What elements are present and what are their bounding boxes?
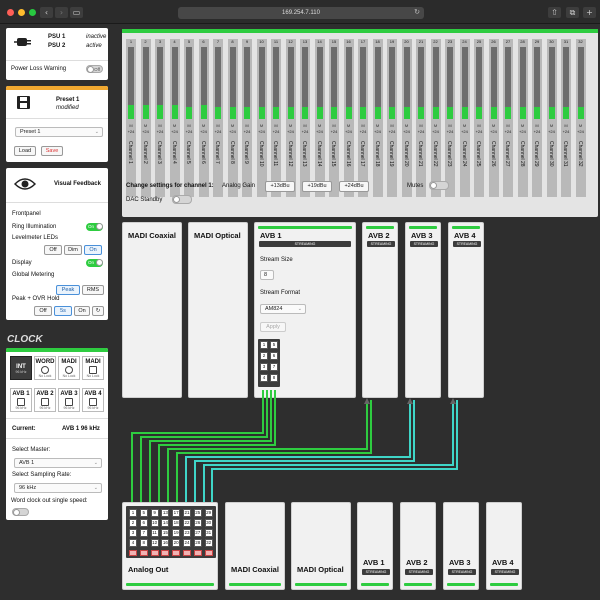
mute-led — [150, 550, 159, 556]
analog-out-channel[interactable]: 23 — [183, 529, 191, 537]
analog-out-channel[interactable]: 6 — [139, 519, 148, 527]
output-madi-optical[interactable]: MADI Optical — [291, 502, 351, 590]
analog-out-channel-grid: 1 5 9 13 17 21 25 29 2 6 10 14 18 22 26 30 3 7 11 15 19 23 27 3… — [126, 506, 216, 558]
mute-led — [193, 550, 202, 556]
analog-out-channel[interactable]: 10 — [150, 519, 159, 527]
analog-out-channel[interactable]: 4 — [129, 539, 137, 547]
streaming-badge: STREAMING — [448, 569, 476, 575]
analog-out-channel[interactable]: 20 — [172, 539, 181, 547]
analog-out-channel[interactable]: 2 — [129, 519, 137, 527]
streaming-badge: STREAMING — [405, 569, 433, 575]
analog-out-channel[interactable]: 22 — [183, 519, 191, 527]
analog-out-channel[interactable]: 13 — [161, 509, 170, 517]
analog-out-channel[interactable]: 12 — [150, 539, 159, 547]
analog-out-channel[interactable]: 26 — [193, 519, 202, 527]
output-analog-out[interactable]: 1 5 9 13 17 21 25 29 2 6 10 14 18 22 26 30 3 7 11 15 19 23 27 3… — [122, 502, 218, 590]
streaming-badge: STREAMING — [362, 569, 390, 575]
analog-out-channel[interactable]: 25 — [193, 509, 202, 517]
analog-out-channel[interactable]: 32 — [204, 539, 213, 547]
analog-out-channel[interactable]: 9 — [150, 509, 159, 517]
analog-out-channel[interactable]: 31 — [204, 529, 213, 537]
analog-out-channel[interactable]: 17 — [172, 509, 181, 517]
output-avb4[interactable]: AVB 4 STREAMING — [486, 502, 522, 590]
analog-out-channel[interactable]: 19 — [172, 529, 181, 537]
analog-out-channel[interactable]: 27 — [193, 529, 202, 537]
analog-out-channel[interactable]: 29 — [204, 509, 213, 517]
analog-out-channel[interactable]: 3 — [129, 529, 137, 537]
analog-out-channel[interactable]: 24 — [183, 539, 191, 547]
mute-led — [204, 550, 213, 556]
analog-out-channel[interactable]: 21 — [183, 509, 191, 517]
output-avb2[interactable]: AVB 2 STREAMING — [400, 502, 436, 590]
analog-out-channel[interactable]: 5 — [139, 509, 148, 517]
mute-led — [129, 550, 137, 556]
analog-out-channel[interactable]: 28 — [193, 539, 202, 547]
streaming-badge: STREAMING — [491, 569, 519, 575]
analog-out-channel[interactable]: 30 — [204, 519, 213, 527]
output-madi-coaxial[interactable]: MADI Coaxial — [225, 502, 285, 590]
mute-led — [183, 550, 191, 556]
mute-led — [139, 550, 148, 556]
output-avb1[interactable]: AVB 1 STREAMING — [357, 502, 393, 590]
analog-out-channel[interactable]: 18 — [172, 519, 181, 527]
analog-out-channel[interactable]: 7 — [139, 529, 148, 537]
analog-out-channel[interactable]: 1 — [129, 509, 137, 517]
analog-out-channel[interactable]: 11 — [150, 529, 159, 537]
mute-led — [161, 550, 170, 556]
analog-out-channel[interactable]: 15 — [161, 529, 170, 537]
analog-out-channel[interactable]: 8 — [139, 539, 148, 547]
analog-out-channel[interactable]: 16 — [161, 539, 170, 547]
output-avb3[interactable]: AVB 3 STREAMING — [443, 502, 479, 590]
analog-out-channel[interactable]: 14 — [161, 519, 170, 527]
mute-led — [172, 550, 181, 556]
